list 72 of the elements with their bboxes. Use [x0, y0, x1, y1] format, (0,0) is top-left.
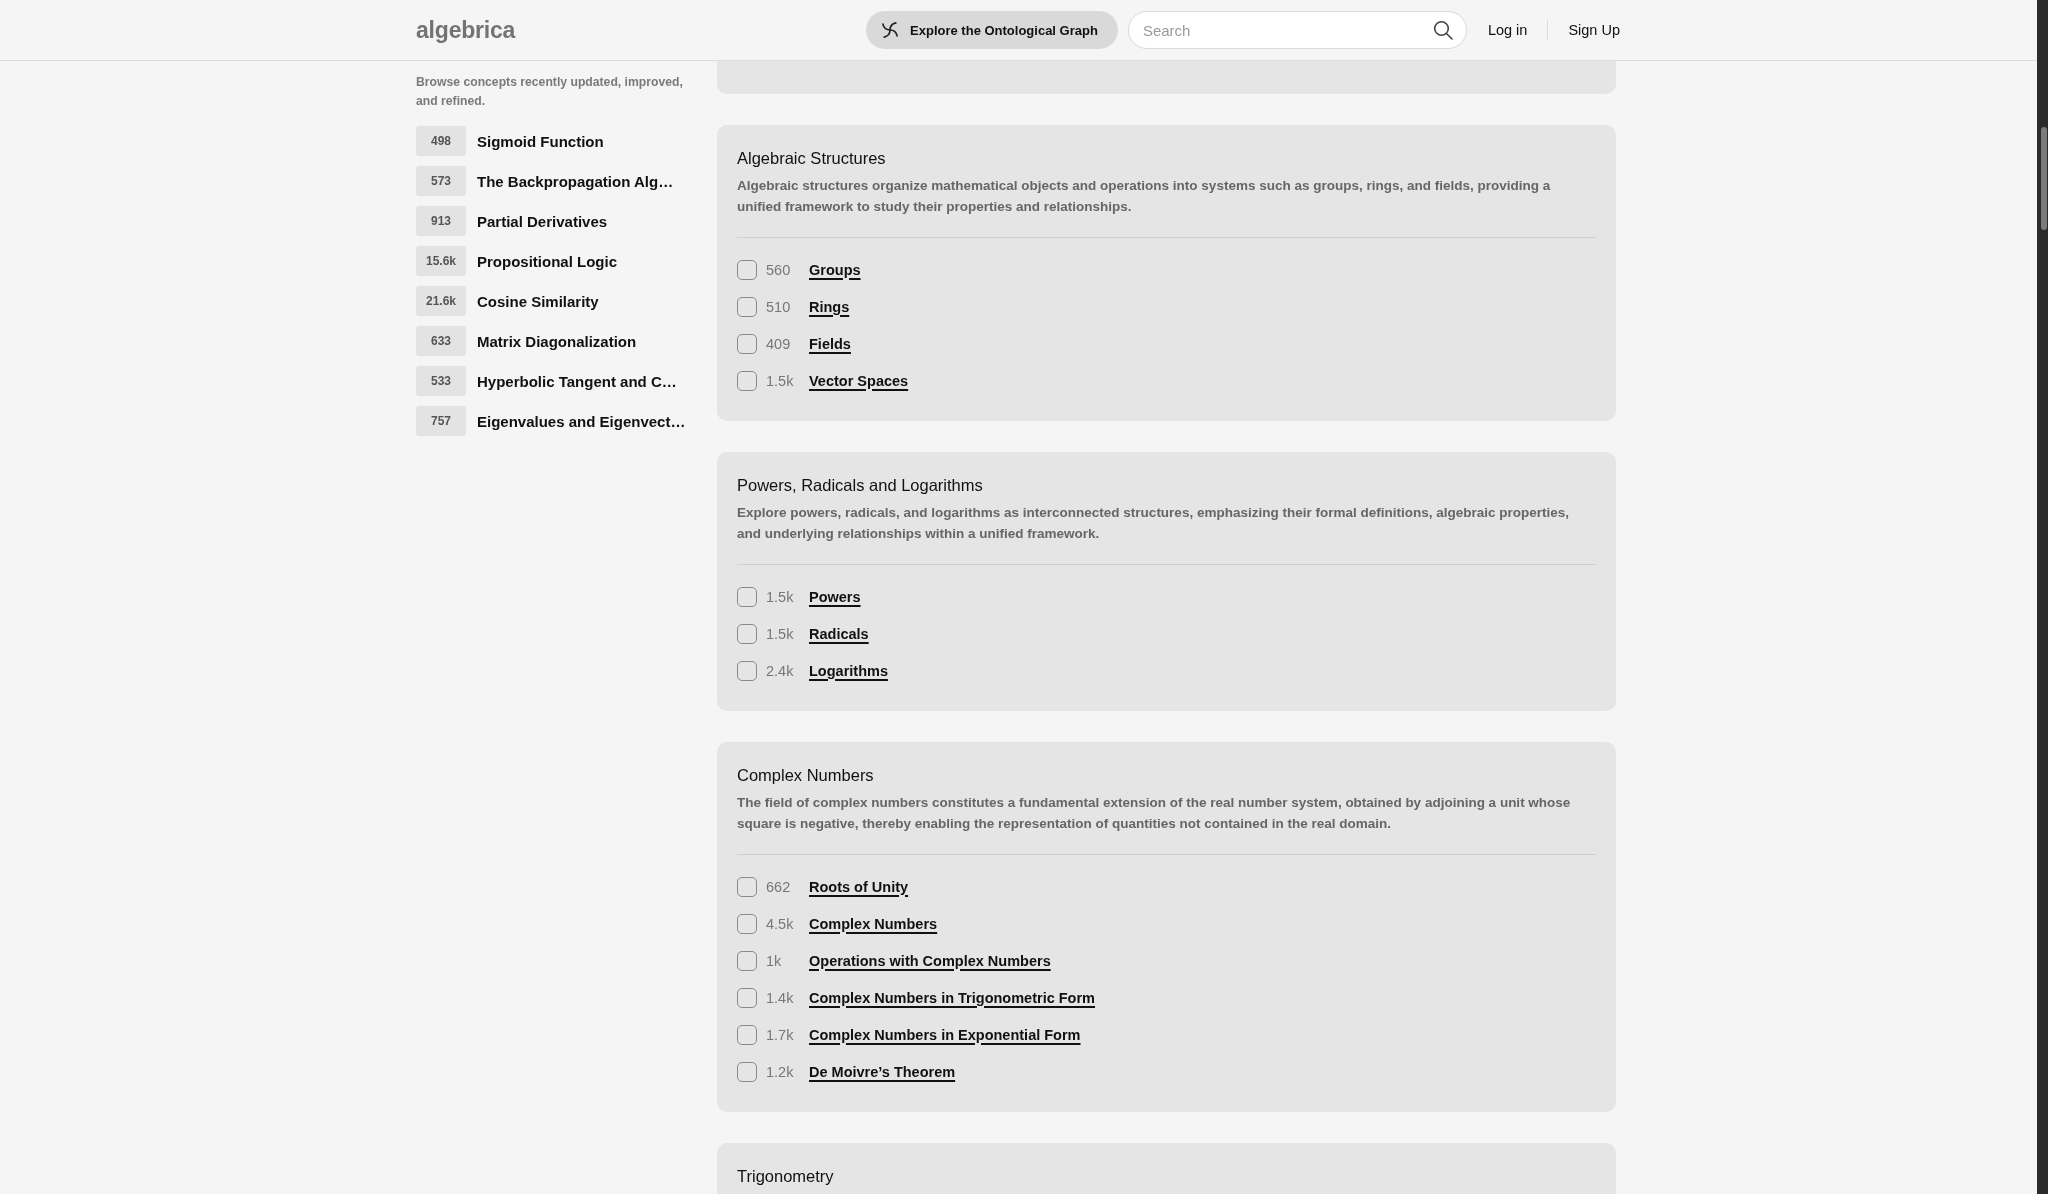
- nav-link[interactable]: Sign Up: [1568, 22, 1620, 38]
- concept-link[interactable]: Powers: [809, 585, 861, 608]
- sidebar-link[interactable]: Partial Derivatives: [477, 212, 608, 230]
- search-icon[interactable]: [1432, 20, 1453, 40]
- concept-link[interactable]: Logarithms: [809, 659, 888, 682]
- topic-title: Complex Numbers: [737, 765, 875, 786]
- concept-count: 1.5k: [766, 372, 795, 389]
- concept-count: 4.5k: [766, 915, 795, 932]
- concept-count: 1.5k: [766, 625, 795, 642]
- sidebar-link[interactable]: Matrix Diagonalization: [477, 332, 637, 350]
- topic-description: Algebraic structures organize mathematical objects and operations into systems such as groups, rings, and fields, providing a unified framework to study their properties and relationships.: [737, 177, 1552, 216]
- concept-link[interactable]: Fields: [809, 332, 851, 355]
- topic-title: Trigonometry: [737, 1166, 835, 1187]
- count-badge: 913: [416, 206, 466, 236]
- sidebar-link[interactable]: Propositional Logic: [477, 252, 617, 270]
- concept-link[interactable]: Complex Numbers in Exponential Form: [809, 1023, 1081, 1046]
- concept-link[interactable]: Vector Spaces: [809, 369, 909, 392]
- concept-link[interactable]: Roots of Unity: [809, 875, 909, 898]
- count-badge: 573: [416, 166, 466, 196]
- concept-count: 560: [766, 261, 792, 278]
- checkbox[interactable]: [737, 333, 757, 354]
- checkbox[interactable]: [737, 259, 757, 280]
- concept-count: 1.7k: [766, 1026, 795, 1043]
- sidebar-description: Browse concepts recently updated, improved, and refined.: [416, 74, 684, 110]
- checkbox[interactable]: [737, 370, 757, 391]
- topic-description: Explore powers, radicals, and logarithms as interconnected structures, emphasizing their formal definitions, algebraic properties, and underlying relationships within a unified framework.: [737, 504, 1570, 543]
- search-field[interactable]: Search: [1127, 11, 1467, 49]
- checkbox[interactable]: [737, 987, 757, 1008]
- concept-link[interactable]: De Moivre’s Theorem: [809, 1060, 956, 1083]
- checkbox[interactable]: [737, 950, 757, 971]
- checkbox[interactable]: [737, 876, 757, 897]
- checkbox[interactable]: [737, 623, 757, 644]
- concept-link[interactable]: Radicals: [809, 622, 869, 645]
- scroll-thumb[interactable]: [2041, 127, 2047, 230]
- count-badge: 15.6k: [416, 246, 466, 276]
- concept-count: 1k: [766, 952, 783, 969]
- concept-count: 510: [766, 298, 792, 315]
- topic-description: The field of complex numbers constitutes a fundamental extension of the real number system, obtained by adjoining a unit whose square is negative, thereby enabling the representation of quantities not contained in the real domain.: [737, 794, 1572, 833]
- checkbox[interactable]: [737, 1024, 757, 1045]
- count-badge: 21.6k: [416, 286, 466, 316]
- sidebar-link[interactable]: Sigmoid Function: [477, 132, 604, 150]
- sidebar-link[interactable]: Hyperbolic Tangent and C…: [477, 372, 677, 390]
- checkbox[interactable]: [737, 296, 757, 317]
- sidebar-link[interactable]: Cosine Similarity: [477, 292, 599, 310]
- concept-link[interactable]: Complex Numbers in Trigonometric Form: [809, 986, 1095, 1009]
- checkbox[interactable]: [737, 586, 757, 607]
- count-badge: 533: [416, 366, 466, 396]
- checkbox[interactable]: [737, 913, 757, 934]
- sidebar-link[interactable]: Eigenvalues and Eigenvect…: [477, 412, 686, 430]
- pinwheel-icon: [880, 20, 901, 40]
- concept-count: 1.4k: [766, 989, 795, 1006]
- logo[interactable]: algebrica: [416, 16, 516, 44]
- concept-link[interactable]: Operations with Complex Numbers: [809, 949, 1051, 972]
- concept-link[interactable]: Complex Numbers: [809, 912, 938, 935]
- checkbox[interactable]: [737, 1061, 757, 1082]
- nav-link[interactable]: Log in: [1487, 22, 1528, 38]
- concept-count: 409: [766, 335, 792, 352]
- topic-title: Powers, Radicals and Logarithms: [737, 475, 984, 496]
- explore-graph-button[interactable]: Explore the Ontological Graph: [866, 11, 1118, 49]
- concept-count: 1.5k: [766, 588, 795, 605]
- concept-link[interactable]: Groups: [809, 258, 861, 281]
- count-badge: 757: [416, 406, 466, 436]
- checkbox[interactable]: [737, 660, 757, 681]
- count-badge: 633: [416, 326, 466, 356]
- scroll-bar[interactable]: [2037, 0, 2048, 1194]
- topic-title: Algebraic Structures: [737, 148, 887, 169]
- sidebar-link[interactable]: The Backpropagation Alg…: [477, 172, 674, 190]
- concept-count: 1.2k: [766, 1063, 795, 1080]
- concept-count: 2.4k: [766, 662, 795, 679]
- concept-link[interactable]: Rings: [809, 295, 850, 318]
- count-badge: 498: [416, 126, 466, 156]
- concept-count: 662: [766, 878, 792, 895]
